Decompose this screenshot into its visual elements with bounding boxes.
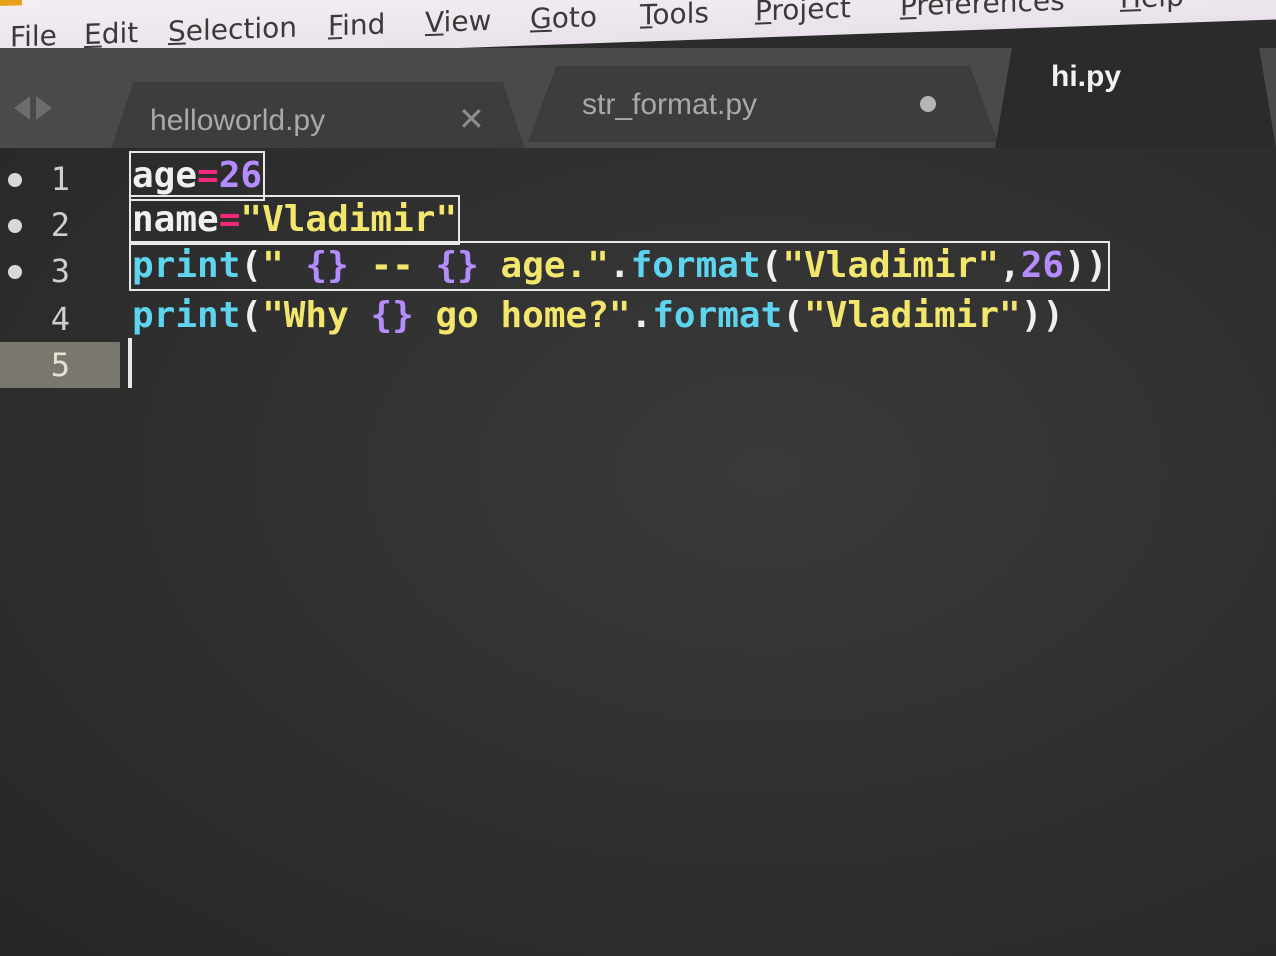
- code-token-punct: ,: [999, 245, 1021, 286]
- line-number: 4: [50, 300, 70, 338]
- line-gutter: 1 2 3 4 5: [0, 148, 120, 956]
- menu-tools[interactable]: Tools: [640, 0, 709, 32]
- gutter-row: 3: [0, 248, 120, 294]
- tab-bar: helloworld.py ✕ str_format.py hi.py: [0, 48, 1276, 158]
- menu-help[interactable]: Help: [1120, 0, 1184, 15]
- code-token-str: "Why: [262, 295, 371, 336]
- code-token-ph: {}: [435, 245, 479, 286]
- code-token-op: =: [218, 199, 241, 240]
- menu-goto[interactable]: Goto: [530, 0, 597, 35]
- code-token-op: =: [197, 155, 219, 196]
- code-token-fn: format: [630, 245, 761, 286]
- arrow-left-icon[interactable]: [14, 96, 30, 120]
- code-token-punct: (: [782, 295, 804, 336]
- code-line-2[interactable]: name="Vladimir": [128, 195, 461, 245]
- unsaved-dot-icon[interactable]: [920, 96, 936, 112]
- app-icon-corner: [0, 0, 22, 7]
- code-token-str: "Vladimir": [240, 199, 458, 240]
- tab-label: str_format.py: [582, 88, 758, 121]
- gutter-row: 4: [0, 296, 120, 342]
- menu-find[interactable]: Find: [328, 8, 385, 43]
- line-number: 2: [50, 206, 70, 244]
- code-token-punct: (: [240, 295, 263, 336]
- code-token-punct: )): [1064, 245, 1108, 286]
- line-number: 3: [50, 252, 70, 290]
- menu-selection[interactable]: Selection: [168, 11, 297, 49]
- menu-view[interactable]: View: [425, 4, 491, 39]
- code-token-str: --: [348, 245, 436, 286]
- code-token-punct: )): [1020, 295, 1065, 336]
- close-icon[interactable]: ✕: [458, 100, 485, 138]
- code-token-str: go home?": [413, 295, 631, 336]
- code-token-var: name: [132, 199, 219, 240]
- modified-marker-icon: [8, 265, 22, 279]
- code-token-fn: print: [132, 295, 241, 336]
- modified-marker-icon: [8, 173, 22, 187]
- code-token-str: "Vladimir": [803, 295, 1021, 336]
- menu-edit[interactable]: Edit: [84, 16, 138, 51]
- code-token-str: "Vladimir": [782, 245, 1000, 286]
- tab-hi[interactable]: hi.py: [995, 48, 1276, 148]
- code-token-ph: {}: [370, 295, 414, 336]
- line-number: 5: [50, 346, 70, 384]
- menu-preferences[interactable]: Preferences: [900, 0, 1065, 23]
- code-line-4[interactable]: print("Why {} go home?".format("Vladimir…: [132, 294, 1064, 338]
- tab-label: helloworld.py: [150, 104, 326, 137]
- code-token-punct: (: [240, 245, 263, 286]
- line-number: 1: [50, 160, 70, 198]
- code-line-3[interactable]: print(" {} -- {} age.".format("Vladimir"…: [128, 241, 1111, 291]
- code-token-num: 26: [1020, 245, 1065, 286]
- code-token-punct: (: [760, 245, 783, 286]
- text-cursor: [128, 338, 132, 388]
- tab-nav-arrows[interactable]: [14, 96, 52, 120]
- gutter-row: 2: [0, 202, 120, 248]
- arrow-right-icon[interactable]: [36, 96, 52, 120]
- modified-marker-icon: [8, 219, 22, 233]
- gutter-row-current: 5: [0, 342, 120, 388]
- code-token-ph: {}: [305, 245, 349, 286]
- code-token-punct: .: [630, 295, 653, 336]
- code-token-var: age: [132, 155, 198, 196]
- editor-area[interactable]: 1 2 3 4 5 age=26 name="Vladimir" print("…: [0, 148, 1276, 956]
- code-token-fn: format: [652, 295, 783, 336]
- gutter-row: 1: [0, 156, 120, 202]
- menu-project[interactable]: Project: [755, 0, 851, 28]
- code-line-1[interactable]: age=26: [128, 151, 266, 201]
- code-token-str: ": [262, 245, 306, 286]
- tab-helloworld[interactable]: helloworld.py ✕: [108, 82, 528, 158]
- code-token-str: age.": [478, 245, 609, 286]
- code-token-punct: .: [608, 245, 631, 286]
- tab-label: hi.py: [1051, 60, 1122, 93]
- code-token-fn: print: [132, 245, 241, 286]
- tab-str-format[interactable]: str_format.py: [528, 66, 998, 142]
- code-token-num: 26: [218, 155, 263, 196]
